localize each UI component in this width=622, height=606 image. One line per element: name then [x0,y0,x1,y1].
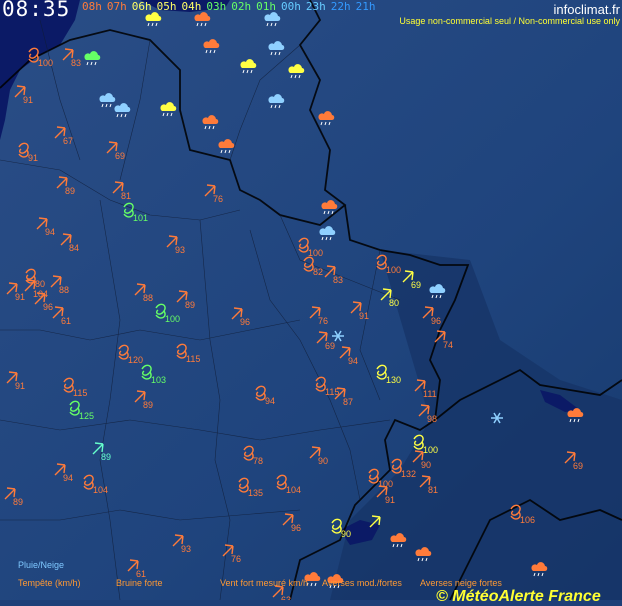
station-value: 132 [401,469,416,479]
station-value: 98 [427,414,437,424]
station-value: 130 [386,375,401,385]
station-value: 89 [13,497,23,507]
station-value: 81 [121,191,131,201]
station-value: 84 [69,243,79,253]
station-value: 80 [35,279,45,289]
station-value: 96 [291,523,301,533]
station-value: 67 [63,136,73,146]
station-value: 63 [281,595,291,600]
station-value: 94 [63,473,73,483]
hour-label: 04h [181,0,202,13]
station-value: 90 [318,456,328,466]
station-value: 125 [79,411,94,421]
station-value: 90 [341,529,351,539]
station-value: 76 [318,316,328,326]
station-value: 81 [428,485,438,495]
station-value: 80 [389,298,399,308]
station-value: 111 [423,389,437,399]
station-value: 104 [286,485,301,495]
station-value: 91 [385,495,395,505]
station-value: 101 [133,213,148,223]
station-value: 91 [23,95,33,105]
station-value: 103 [151,375,166,385]
station-value: 87 [343,397,353,407]
station-value: 91 [15,292,25,302]
brand-label: infoclimat.fr [553,2,620,17]
station-value: 94 [348,356,358,366]
station-value: 120 [128,355,143,365]
hour-legend: 08h 07h 06h 05h 04h 03h 02h 01h 00h 23h 22h 21h [82,0,381,13]
station-value: 69 [411,280,421,290]
station-value: 83 [71,58,81,68]
station-value: 76 [231,554,241,564]
hour-label: 01h [256,0,276,13]
station-value: 88 [143,293,153,303]
station-value: 91 [28,153,38,163]
station-value: 89 [65,186,75,196]
map-header: 08:35 08h 07h 06h 05h 04h 03h 02h 01h 00h 23h 22h 2… [0,0,622,26]
station-value: 74 [443,340,453,350]
station-value: 115 [186,354,200,364]
station-value: 96 [43,302,53,312]
station-value: 94 [265,396,275,406]
station-value: 91 [15,381,25,391]
legend-snow: Pluie/Neige [18,560,65,570]
station-value: 100 [165,314,180,324]
station-value: 61 [61,316,71,326]
hour-label: 03h [206,0,227,13]
hour-label: 02h [231,0,252,13]
station-value: 93 [175,245,185,255]
weather-map: 100 83 91 67 91 69 89 81 76 101 94 93 84 80 104 88 91 96 6… [0,0,622,600]
legend-showers: Averses mod./fortes [322,578,402,588]
hour-label: 06h [131,0,152,13]
station-value: 76 [213,194,223,204]
station-value: 69 [573,461,583,471]
station-value: 94 [45,227,55,237]
legend-storm: Tempête (km/h) [18,578,81,588]
station-value: 100 [423,445,438,455]
observation-time: 08:35 [2,0,71,21]
station-value: 89 [143,400,153,410]
station-value: 89 [185,300,195,310]
station-value: 88 [59,285,69,295]
hour-label: 21h [355,0,376,13]
hour-label: 00h [281,0,301,13]
hour-label: 22h [330,0,351,13]
hour-label: 23h [305,0,326,13]
footer-brand: © MétéoAlerte France [436,588,601,605]
station-value: 135 [248,488,263,498]
station-value: 100 [38,58,53,68]
station-value: 100 [308,248,323,258]
station-value: 115 [73,388,87,398]
station-value: 96 [431,316,441,326]
station-value: 69 [115,151,125,161]
station-value: 89 [101,452,111,462]
station-value: 90 [421,460,431,470]
station-value: 78 [253,456,263,466]
station-value: 91 [359,311,369,321]
hour-label: 05h [156,0,177,13]
station-value: 69 [325,341,335,351]
station-value: 106 [520,515,535,525]
station-value: 83 [333,275,343,285]
legend-snow-showers: Averses neige fortes [420,578,502,588]
usage-notice: Usage non-commercial seul / Non-commerci… [399,16,620,26]
hour-label: 07h [106,0,127,13]
station-value: 104 [93,485,108,495]
station-value: 82 [313,267,323,277]
station-value: 100 [386,265,401,275]
legend-drizzle: Bruine forte [116,578,163,588]
station-value: 93 [181,544,191,554]
station-value: 96 [240,317,250,327]
hour-label: 08h [82,0,102,13]
legend-wind: Vent fort mesuré km/h [220,578,309,588]
